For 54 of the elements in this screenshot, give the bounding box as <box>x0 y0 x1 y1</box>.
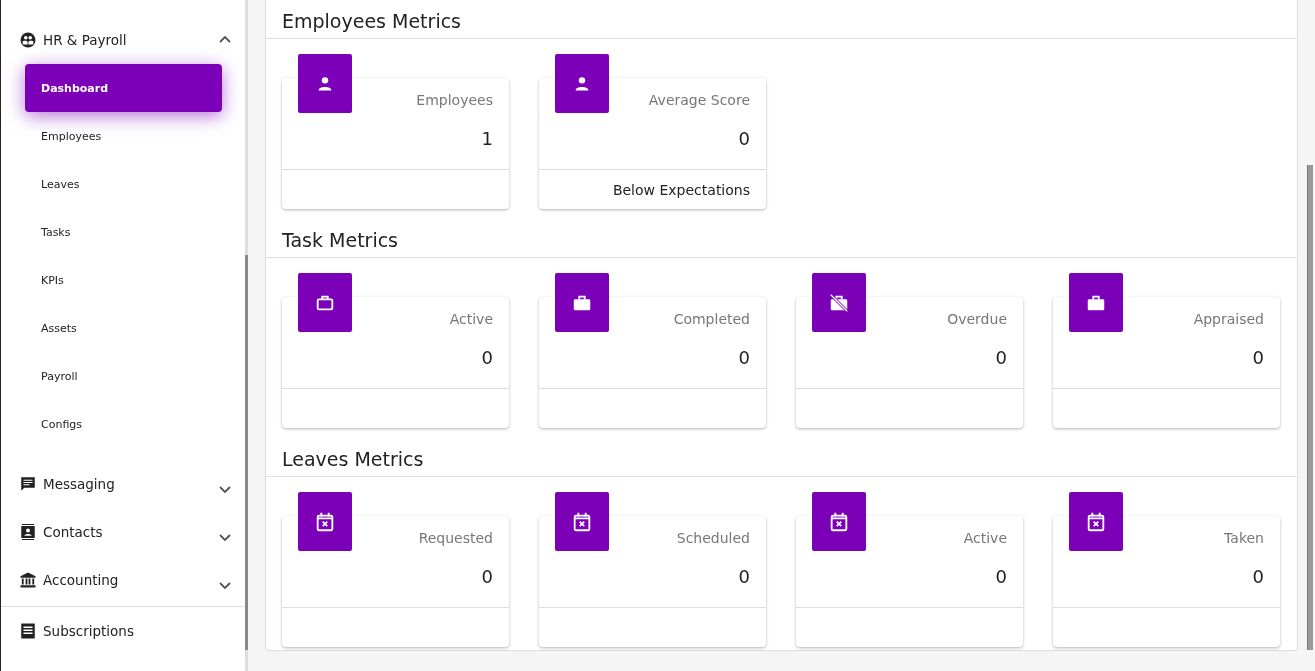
nav-item[interactable]: Configs <box>25 400 222 448</box>
metric-value: 0 <box>994 347 1007 368</box>
nav-group-label: Accounting <box>43 572 120 588</box>
nav-group[interactable]: Accounting <box>1 556 245 604</box>
scrollbar[interactable] <box>245 255 248 650</box>
nav-group[interactable]: Contacts <box>1 508 245 556</box>
metric-label: Appraised <box>1192 311 1264 327</box>
nav-group-label: HR & Payroll <box>43 32 128 48</box>
metric-label: Average Score <box>647 92 750 108</box>
section-title: Task Metrics <box>266 229 1297 258</box>
section-title: Leaves Metrics <box>266 448 1297 477</box>
calendar-icon <box>1085 510 1107 533</box>
nav-item[interactable]: Leaves <box>25 160 222 208</box>
metric-label: Completed <box>672 311 750 327</box>
metric-label: Employees <box>415 92 493 108</box>
people-icon <box>19 31 37 49</box>
bank-icon <box>19 571 37 589</box>
nav-item[interactable]: Dashboard <box>25 64 222 112</box>
nav-item-label: Subscriptions <box>43 623 135 639</box>
nav-item[interactable]: Tasks <box>25 208 222 256</box>
nav-group[interactable]: HR & Payroll <box>1 16 245 64</box>
calendar-icon <box>571 510 593 533</box>
scrollbar[interactable] <box>1307 165 1313 650</box>
crossed-briefcase-icon <box>828 291 850 314</box>
metric-label: Scheduled <box>675 530 750 546</box>
nav-item[interactable]: Subscriptions <box>1 607 245 655</box>
metric-label: Overdue <box>946 311 1007 327</box>
calendar-icon <box>314 510 336 533</box>
metric-value: 0 <box>737 128 750 149</box>
metric-value: 0 <box>737 347 750 368</box>
contact-card-icon <box>19 523 37 541</box>
metric-value: 0 <box>994 566 1007 587</box>
metric-value: 1 <box>480 128 493 149</box>
metric-rating: Below Expectations <box>612 181 750 198</box>
nav-group-label: Contacts <box>43 524 104 540</box>
nav-item[interactable]: Payroll <box>25 352 222 400</box>
metric-label: Requested <box>417 530 493 546</box>
metric-label: Active <box>448 311 493 327</box>
metric-value: 0 <box>480 566 493 587</box>
calendar-icon <box>828 510 850 533</box>
nav-item[interactable]: KPIs <box>25 256 222 304</box>
metric-label: Taken <box>1223 530 1264 546</box>
nav-item[interactable]: Employees <box>25 112 222 160</box>
nav-group-label: Messaging <box>43 476 116 492</box>
section-title: Employees Metrics <box>266 10 1297 39</box>
metric-value: 0 <box>1251 347 1264 368</box>
metric-label: Active <box>962 530 1007 546</box>
nav-item[interactable]: Assets <box>25 304 222 352</box>
metric-value: 0 <box>737 566 750 587</box>
metric-value: 0 <box>1251 566 1264 587</box>
metric-value: 0 <box>480 347 493 368</box>
list-icon <box>19 622 37 640</box>
chat-icon <box>19 475 37 493</box>
nav-group[interactable]: Messaging <box>1 460 245 508</box>
